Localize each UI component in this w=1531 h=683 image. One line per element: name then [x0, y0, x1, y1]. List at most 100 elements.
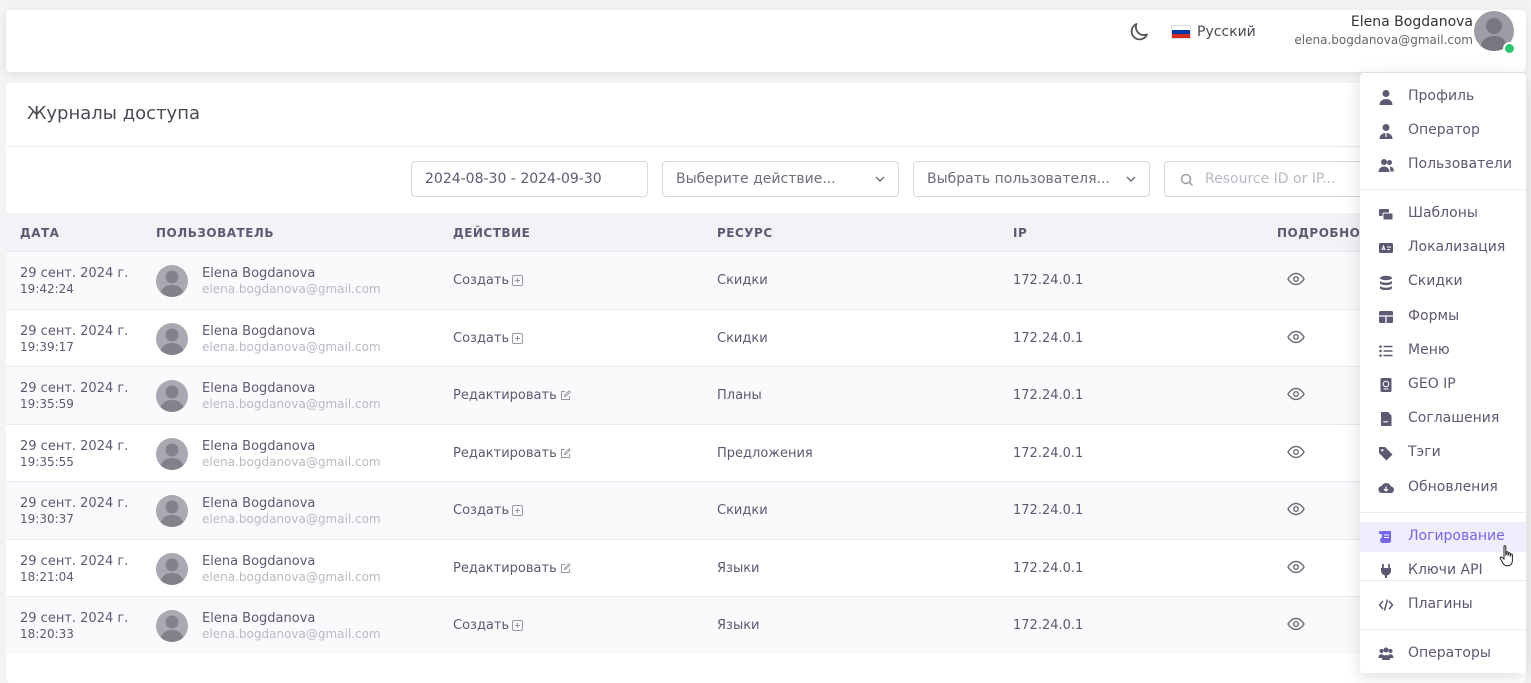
action-select[interactable]: Выберите действие...	[662, 161, 899, 197]
row-action-label: Редактировать	[453, 560, 557, 576]
language-switcher[interactable]: Русский	[1171, 22, 1256, 42]
list-icon	[1379, 345, 1393, 357]
menu-item-label: Локализация	[1408, 239, 1506, 255]
templates-icon	[1379, 209, 1394, 221]
row-user-name: Elena Bogdanova	[202, 611, 316, 626]
row-ip: 172.24.0.1	[1013, 503, 1084, 518]
date-range-input[interactable]: 2024-08-30 - 2024-09-30	[411, 161, 648, 197]
moon-icon[interactable]	[1127, 20, 1151, 44]
avatar	[156, 552, 188, 585]
row-user-email: elena.bogdanova@gmail.com	[202, 339, 381, 354]
date-range-value: 2024-08-30 - 2024-09-30	[425, 171, 602, 187]
users-icon	[1378, 159, 1394, 172]
menu-divider	[1360, 629, 1526, 630]
column-user[interactable]: ПОЛЬЗОВАТЕЛЬ	[156, 226, 274, 240]
menu-item-users[interactable]: Пользователи	[1360, 150, 1526, 180]
menu-item-forms[interactable]: Формы	[1360, 302, 1526, 332]
row-ip: 172.24.0.1	[1013, 445, 1084, 461]
row-user-email: elena.bogdanova@gmail.com	[202, 569, 381, 584]
row-ip: 172.24.0.1	[1013, 618, 1084, 633]
menu-item-list[interactable]: Меню	[1360, 336, 1526, 366]
row-user-name: Elena Bogdanova	[202, 323, 316, 339]
menu-item-localization[interactable]: Локализация	[1360, 233, 1526, 263]
avatar	[156, 610, 188, 642]
eye-icon[interactable]	[1287, 330, 1305, 344]
eye-icon[interactable]	[1287, 272, 1305, 286]
menu-item-tags[interactable]: Тэги	[1360, 438, 1526, 468]
menu-item-label: Меню	[1408, 342, 1450, 358]
row-date: 29 сент. 2024 г.	[20, 381, 129, 396]
edit-icon	[560, 390, 571, 400]
user-email[interactable]: elena.bogdanova@gmail.com	[1294, 33, 1473, 47]
menu-item-code[interactable]: Плагины	[1360, 590, 1526, 620]
hand-cursor-icon	[1499, 545, 1513, 567]
menu-item-label: Обновления	[1408, 479, 1498, 495]
menu-item-label: Соглашения	[1408, 410, 1500, 426]
tags-icon	[1379, 447, 1393, 461]
plus-square-icon	[512, 275, 524, 286]
eye-icon[interactable]	[1287, 387, 1305, 401]
avatar	[156, 265, 188, 297]
operators-icon	[1378, 647, 1394, 660]
row-resource: Языки	[717, 560, 760, 576]
row-user-email: elena.bogdanova@gmail.com	[202, 512, 381, 526]
row-resource: Предложения	[717, 445, 813, 461]
row-action: Создать	[453, 273, 524, 288]
menu-item-templates[interactable]: Шаблоны	[1360, 199, 1526, 229]
row-date: 29 сент. 2024 г.	[20, 611, 129, 626]
column-ip[interactable]: IP	[1013, 226, 1027, 240]
row-date: 29 сент. 2024 г.	[20, 553, 129, 569]
edit-icon	[560, 447, 571, 458]
table-row: 29 сент. 2024 г. 19:35:55 Elena Bogdanova e…	[6, 423, 1526, 482]
row-ip: 172.24.0.1	[1013, 330, 1084, 346]
row-date: 29 сент. 2024 г.	[20, 323, 129, 339]
column-action[interactable]: ДЕЙСТВИЕ	[453, 226, 530, 240]
eye-icon[interactable]	[1287, 502, 1305, 516]
row-user-email: elena.bogdanova@gmail.com	[202, 397, 381, 411]
menu-item-label: Тэги	[1408, 444, 1441, 460]
row-action-label: Создать	[453, 503, 510, 518]
row-ip: 172.24.0.1	[1013, 560, 1084, 576]
row-action-label: Создать	[453, 618, 510, 633]
menu-item-label: Оператор	[1408, 122, 1480, 138]
row-action: Редактировать	[453, 388, 571, 403]
table-row: 29 сент. 2024 г. 19:30:37 Elena Bogdanova e…	[6, 481, 1526, 539]
passport-icon	[1380, 378, 1392, 392]
menu-item-user[interactable]: Профиль	[1360, 82, 1526, 112]
row-resource: Скидки	[717, 273, 768, 288]
menu-item-cloud-download[interactable]: Обновления	[1360, 473, 1526, 503]
user-select[interactable]: Выбрать пользователя...	[913, 161, 1150, 197]
row-date: 29 сент. 2024 г.	[20, 496, 129, 511]
row-action: Создать	[453, 331, 524, 346]
avatar	[156, 322, 188, 355]
plus-square-icon	[512, 332, 524, 344]
menu-item-label: Пользователи	[1408, 156, 1512, 172]
row-resource: Скидки	[717, 330, 768, 346]
row-user-name: Elena Bogdanova	[202, 438, 316, 454]
menu-item-passport[interactable]: GEO IP	[1360, 370, 1526, 400]
code-icon	[1378, 599, 1394, 611]
plus-square-icon	[512, 505, 524, 516]
row-action-label: Создать	[453, 273, 510, 288]
eye-icon[interactable]	[1287, 445, 1305, 459]
column-resource[interactable]: РЕСУРС	[717, 226, 773, 240]
row-user-email: elena.bogdanova@gmail.com	[202, 627, 381, 641]
coins-icon	[1380, 275, 1392, 290]
menu-item-operator[interactable]: Оператор	[1360, 116, 1526, 146]
eye-icon[interactable]	[1287, 560, 1305, 574]
table-row: 29 сент. 2024 г. 19:42:24 Elena Bogdanova e…	[6, 251, 1526, 309]
user-name[interactable]: Elena Bogdanova	[1351, 14, 1473, 30]
table-row: 29 сент. 2024 г. 19:35:59 Elena Bogdanova e…	[6, 366, 1526, 424]
row-time: 19:42:24	[20, 282, 74, 296]
row-user-name: Elena Bogdanova	[202, 553, 316, 569]
menu-item-coins[interactable]: Скидки	[1360, 267, 1526, 297]
menu-item-operators[interactable]: Операторы	[1360, 639, 1526, 669]
column-date[interactable]: ДАТА	[20, 226, 59, 240]
row-action: Создать	[453, 503, 524, 518]
scroll-icon	[1379, 531, 1391, 543]
eye-icon[interactable]	[1287, 617, 1305, 631]
row-resource: Скидки	[717, 503, 768, 518]
chevron-down-icon	[875, 176, 885, 182]
menu-item-contract[interactable]: Соглашения	[1360, 404, 1526, 434]
row-action: Редактировать	[453, 561, 571, 576]
